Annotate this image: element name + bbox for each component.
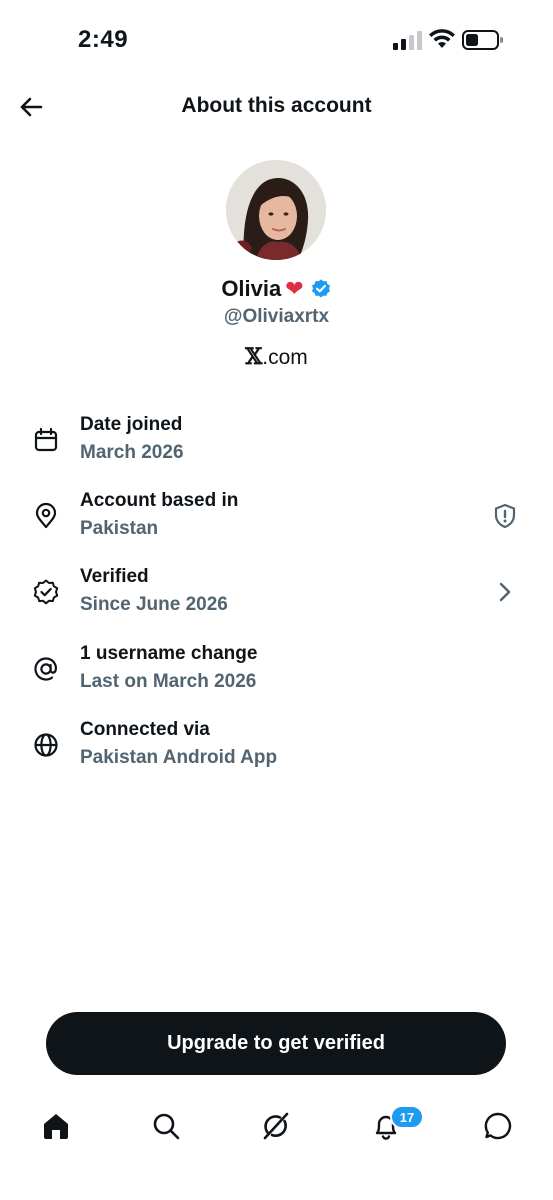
at-sign-icon — [34, 657, 57, 681]
info-value: Since June 2026 — [80, 594, 228, 615]
verified-badge-icon[interactable] — [310, 278, 332, 300]
info-label: Verified — [80, 566, 149, 587]
info-value: March 2026 — [80, 442, 184, 463]
info-item-username-change: 1 username change Last on March 2026 — [0, 641, 553, 701]
calendar-icon — [34, 427, 58, 452]
home-icon[interactable] — [40, 1110, 72, 1142]
info-label: Connected via — [80, 719, 210, 740]
status-bar: 2:49 — [0, 0, 553, 80]
info-item-date-joined: Date joined March 2026 — [0, 412, 553, 472]
heart-emoji-icon: ❤ — [285, 276, 304, 301]
location-pin-icon — [35, 502, 57, 529]
info-value: Pakistan Android App — [80, 747, 278, 768]
search-icon[interactable] — [150, 1110, 182, 1142]
wifi-icon — [429, 29, 455, 48]
site-suffix: .com — [262, 346, 308, 369]
avatar[interactable] — [226, 160, 326, 260]
globe-icon — [34, 733, 58, 757]
display-name: Olivia — [221, 276, 282, 301]
bottom-nav: 17 — [0, 1100, 553, 1160]
info-item-verified[interactable]: Verified Since June 2026 — [0, 564, 553, 624]
x-logo-icon: 𝕏 — [245, 344, 263, 370]
site-label: 𝕏.com — [0, 344, 553, 370]
cellular-signal-icon — [393, 31, 422, 50]
notification-count-badge: 17 — [390, 1105, 424, 1129]
page-title: About this account — [181, 94, 372, 117]
messages-icon[interactable] — [482, 1110, 514, 1142]
status-time: 2:49 — [78, 26, 129, 53]
info-item-account-based-in: Account based in Pakistan — [0, 488, 553, 548]
verified-seal-icon — [33, 579, 59, 605]
info-value: Last on March 2026 — [80, 671, 257, 692]
grok-icon[interactable] — [260, 1110, 292, 1142]
battery-icon — [462, 30, 503, 50]
name-row: Olivia ❤ — [0, 276, 553, 302]
header: About this account — [0, 80, 553, 132]
upgrade-button[interactable]: Upgrade to get verified — [46, 1012, 506, 1075]
info-item-connected-via: Connected via Pakistan Android App — [0, 717, 553, 777]
shield-alert-icon[interactable] — [491, 502, 519, 530]
info-value: Pakistan — [80, 518, 159, 539]
chevron-right-icon[interactable] — [491, 578, 519, 606]
handle: @Oliviaxrtx — [223, 306, 330, 327]
info-label: Date joined — [80, 414, 183, 435]
info-label: Account based in — [80, 490, 239, 511]
info-label: 1 username change — [80, 643, 258, 664]
